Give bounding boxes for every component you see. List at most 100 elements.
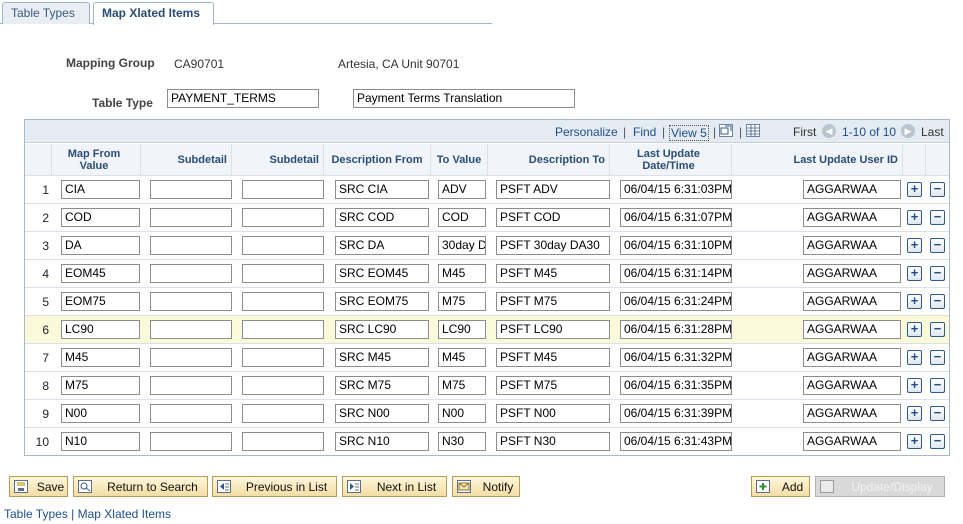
- description-from-field[interactable]: SRC DA: [335, 236, 429, 255]
- map-from-value-field[interactable]: LC90: [61, 320, 140, 339]
- add-row-icon[interactable]: +: [907, 378, 922, 393]
- last-update-datetime-field[interactable]: 06/04/15 6:31:24PM: [620, 292, 732, 311]
- last-update-datetime-field[interactable]: 06/04/15 6:31:03PM: [620, 180, 732, 199]
- description-to-field[interactable]: PSFT M75: [496, 292, 610, 311]
- last-update-user-id-field[interactable]: AGGARWAA: [803, 432, 901, 451]
- personalize-link[interactable]: Personalize: [555, 125, 618, 139]
- add-row-icon[interactable]: +: [907, 406, 922, 421]
- delete-row-icon[interactable]: −: [930, 266, 945, 281]
- last-update-datetime-field[interactable]: 06/04/15 6:31:35PM: [620, 376, 732, 395]
- description-from-field[interactable]: SRC EOM75: [335, 292, 429, 311]
- last-update-user-id-field[interactable]: AGGARWAA: [803, 376, 901, 395]
- subdetail-2-field[interactable]: [242, 292, 324, 311]
- add-row-icon[interactable]: +: [907, 434, 922, 449]
- last-update-user-id-field[interactable]: AGGARWAA: [803, 180, 901, 199]
- tab-map-xlated-items[interactable]: Map Xlated Items: [93, 2, 214, 25]
- last-update-user-id-field[interactable]: AGGARWAA: [803, 292, 901, 311]
- last-update-datetime-field[interactable]: 06/04/15 6:31:28PM: [620, 320, 732, 339]
- delete-row-icon[interactable]: −: [930, 238, 945, 253]
- map-from-value-field[interactable]: EOM75: [61, 292, 140, 311]
- delete-row-icon[interactable]: −: [930, 434, 945, 449]
- column-header-last-update-datetime[interactable]: Last Update Date/Time: [610, 144, 732, 175]
- subdetail-1-field[interactable]: [150, 292, 232, 311]
- subdetail-2-field[interactable]: [242, 348, 324, 367]
- description-from-field[interactable]: SRC M45: [335, 348, 429, 367]
- find-link[interactable]: Find: [633, 125, 656, 139]
- to-value-field[interactable]: N00: [438, 404, 486, 423]
- last-update-user-id-field[interactable]: AGGARWAA: [803, 264, 901, 283]
- to-value-field[interactable]: COD: [438, 208, 486, 227]
- subdetail-2-field[interactable]: [242, 376, 324, 395]
- add-row-icon[interactable]: +: [907, 266, 922, 281]
- last-update-datetime-field[interactable]: 06/04/15 6:31:39PM: [620, 404, 732, 423]
- last-update-user-id-field[interactable]: AGGARWAA: [803, 404, 901, 423]
- subdetail-1-field[interactable]: [150, 348, 232, 367]
- column-header-to-value[interactable]: To Value: [431, 144, 488, 175]
- last-update-datetime-field[interactable]: 06/04/15 6:31:14PM: [620, 264, 732, 283]
- description-to-field[interactable]: PSFT N30: [496, 432, 610, 451]
- column-header-description-to[interactable]: Description To: [488, 144, 610, 175]
- map-from-value-field[interactable]: M75: [61, 376, 140, 395]
- previous-page-icon[interactable]: ◀: [822, 124, 836, 138]
- to-value-field[interactable]: 30day DA: [438, 236, 486, 255]
- subdetail-2-field[interactable]: [242, 208, 324, 227]
- add-row-icon[interactable]: +: [907, 322, 922, 337]
- map-from-value-field[interactable]: DA: [61, 236, 140, 255]
- subdetail-1-field[interactable]: [150, 432, 232, 451]
- description-from-field[interactable]: SRC EOM45: [335, 264, 429, 283]
- last-update-datetime-field[interactable]: 06/04/15 6:31:32PM: [620, 348, 732, 367]
- to-value-field[interactable]: M45: [438, 264, 486, 283]
- description-from-field[interactable]: SRC LC90: [335, 320, 429, 339]
- description-from-field[interactable]: SRC N00: [335, 404, 429, 423]
- new-window-icon[interactable]: [719, 124, 733, 137]
- notify-button[interactable]: Notify: [452, 476, 520, 497]
- description-from-field[interactable]: SRC CIA: [335, 180, 429, 199]
- subdetail-1-field[interactable]: [150, 320, 232, 339]
- footer-link-map-xlated-items[interactable]: Map Xlated Items: [78, 507, 171, 521]
- description-from-field[interactable]: SRC M75: [335, 376, 429, 395]
- delete-row-icon[interactable]: −: [930, 322, 945, 337]
- to-value-field[interactable]: M75: [438, 376, 486, 395]
- update-display-button[interactable]: Update/Display: [815, 476, 945, 497]
- last-update-datetime-field[interactable]: 06/04/15 6:31:43PM: [620, 432, 732, 451]
- to-value-field[interactable]: M75: [438, 292, 486, 311]
- delete-row-icon[interactable]: −: [930, 210, 945, 225]
- add-button[interactable]: Add: [751, 476, 810, 497]
- subdetail-2-field[interactable]: [242, 320, 324, 339]
- view-5-link[interactable]: View 5: [669, 125, 709, 141]
- description-to-field[interactable]: PSFT M45: [496, 348, 610, 367]
- delete-row-icon[interactable]: −: [930, 350, 945, 365]
- description-to-field[interactable]: PSFT M45: [496, 264, 610, 283]
- column-header-map-from-value[interactable]: Map From Value: [52, 144, 141, 175]
- subdetail-1-field[interactable]: [150, 376, 232, 395]
- description-from-field[interactable]: SRC COD: [335, 208, 429, 227]
- to-value-field[interactable]: N30: [438, 432, 486, 451]
- add-row-icon[interactable]: +: [907, 210, 922, 225]
- save-button[interactable]: Save: [9, 476, 68, 497]
- description-to-field[interactable]: PSFT N00: [496, 404, 610, 423]
- last-update-user-id-field[interactable]: AGGARWAA: [803, 208, 901, 227]
- map-from-value-field[interactable]: M45: [61, 348, 140, 367]
- download-grid-icon[interactable]: [746, 124, 760, 137]
- map-from-value-field[interactable]: COD: [61, 208, 140, 227]
- last-update-datetime-field[interactable]: 06/04/15 6:31:10PM: [620, 236, 732, 255]
- column-header-description-from[interactable]: Description From: [324, 144, 431, 175]
- map-from-value-field[interactable]: CIA: [61, 180, 140, 199]
- description-from-field[interactable]: SRC N10: [335, 432, 429, 451]
- delete-row-icon[interactable]: −: [930, 378, 945, 393]
- delete-row-icon[interactable]: −: [930, 182, 945, 197]
- add-row-icon[interactable]: +: [907, 350, 922, 365]
- subdetail-2-field[interactable]: [242, 432, 324, 451]
- subdetail-2-field[interactable]: [242, 264, 324, 283]
- delete-row-icon[interactable]: −: [930, 294, 945, 309]
- subdetail-2-field[interactable]: [242, 236, 324, 255]
- return-to-search-button[interactable]: Return to Search: [73, 476, 208, 497]
- to-value-field[interactable]: M45: [438, 348, 486, 367]
- add-row-icon[interactable]: +: [907, 294, 922, 309]
- description-to-field[interactable]: PSFT M75: [496, 376, 610, 395]
- description-to-field[interactable]: PSFT ADV: [496, 180, 610, 199]
- subdetail-1-field[interactable]: [150, 264, 232, 283]
- description-to-field[interactable]: PSFT COD: [496, 208, 610, 227]
- subdetail-2-field[interactable]: [242, 404, 324, 423]
- subdetail-1-field[interactable]: [150, 404, 232, 423]
